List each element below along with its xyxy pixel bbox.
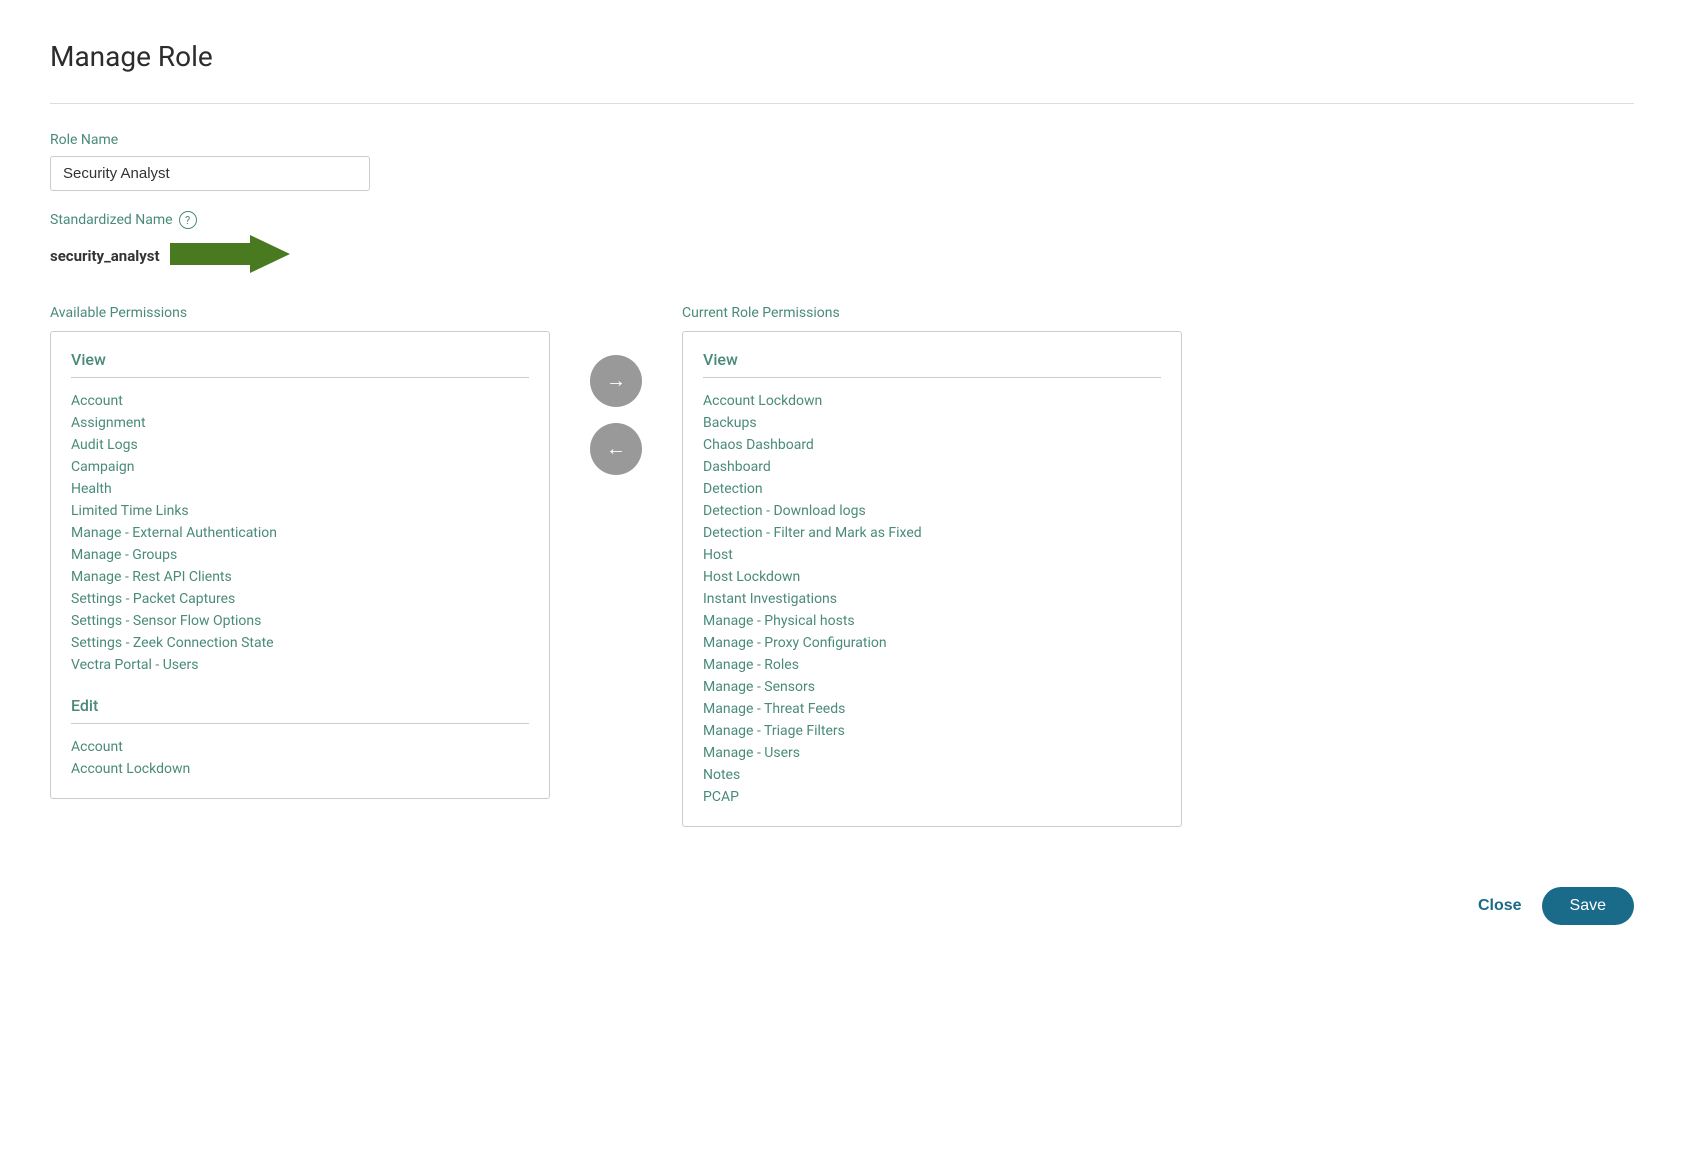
list-item[interactable]: Limited Time Links: [71, 500, 529, 522]
list-item[interactable]: Backups: [703, 412, 1161, 434]
available-permissions-column: Available Permissions View AccountAssign…: [50, 305, 550, 799]
list-item[interactable]: Manage - External Authentication: [71, 522, 529, 544]
list-item[interactable]: Manage - Roles: [703, 654, 1161, 676]
list-item[interactable]: Health: [71, 478, 529, 500]
list-item[interactable]: Assignment: [71, 412, 529, 434]
list-item[interactable]: Account: [71, 736, 529, 758]
transfer-left-button[interactable]: ←: [590, 423, 642, 475]
role-name-input[interactable]: [50, 156, 370, 191]
list-item[interactable]: PCAP: [703, 786, 1161, 808]
standardized-value: security_analyst: [50, 235, 1634, 277]
save-button[interactable]: Save: [1542, 887, 1634, 925]
available-edit-title: Edit: [71, 696, 529, 724]
list-item[interactable]: Manage - Sensors: [703, 676, 1161, 698]
list-item[interactable]: Detection: [703, 478, 1161, 500]
list-item[interactable]: Host: [703, 544, 1161, 566]
role-name-section: Role Name: [50, 132, 1634, 191]
transfer-right-button[interactable]: →: [590, 355, 642, 407]
list-item[interactable]: Manage - Physical hosts: [703, 610, 1161, 632]
list-item[interactable]: Host Lockdown: [703, 566, 1161, 588]
green-arrow-icon: [170, 235, 290, 277]
list-item[interactable]: Chaos Dashboard: [703, 434, 1161, 456]
list-item[interactable]: Dashboard: [703, 456, 1161, 478]
list-item[interactable]: Account Lockdown: [703, 390, 1161, 412]
left-arrow-icon: ←: [606, 438, 626, 461]
list-item[interactable]: Audit Logs: [71, 434, 529, 456]
close-button[interactable]: Close: [1478, 897, 1522, 915]
list-item[interactable]: Manage - Threat Feeds: [703, 698, 1161, 720]
available-permissions-box[interactable]: View AccountAssignmentAudit LogsCampaign…: [50, 331, 550, 799]
list-item[interactable]: Instant Investigations: [703, 588, 1161, 610]
standardized-section: Standardized Name ? security_analyst: [50, 211, 1634, 277]
available-edit-section: Edit AccountAccount Lockdown: [71, 696, 529, 780]
list-item[interactable]: Account Lockdown: [71, 758, 529, 780]
current-permissions-box[interactable]: View Account LockdownBackupsChaos Dashbo…: [682, 331, 1182, 827]
list-item[interactable]: Notes: [703, 764, 1161, 786]
list-item[interactable]: Campaign: [71, 456, 529, 478]
right-arrow-icon: →: [606, 370, 626, 393]
list-item[interactable]: Detection - Filter and Mark as Fixed: [703, 522, 1161, 544]
list-item[interactable]: Vectra Portal - Users: [71, 654, 529, 676]
list-item[interactable]: Manage - Triage Filters: [703, 720, 1161, 742]
page-title: Manage Role: [50, 40, 1634, 73]
list-item[interactable]: Manage - Proxy Configuration: [703, 632, 1161, 654]
list-item[interactable]: Detection - Download logs: [703, 500, 1161, 522]
list-item[interactable]: Manage - Rest API Clients: [71, 566, 529, 588]
footer: Close Save: [50, 867, 1634, 925]
top-divider: [50, 103, 1634, 104]
help-icon[interactable]: ?: [179, 211, 197, 229]
list-item[interactable]: Manage - Users: [703, 742, 1161, 764]
list-item[interactable]: Account: [71, 390, 529, 412]
available-view-items: AccountAssignmentAudit LogsCampaignHealt…: [71, 390, 529, 676]
current-permissions-label: Current Role Permissions: [682, 305, 1634, 321]
list-item[interactable]: Settings - Packet Captures: [71, 588, 529, 610]
transfer-buttons: → ←: [550, 355, 682, 475]
current-permissions-column: Current Role Permissions View Account Lo…: [682, 305, 1634, 827]
list-item[interactable]: Settings - Sensor Flow Options: [71, 610, 529, 632]
list-item[interactable]: Settings - Zeek Connection State: [71, 632, 529, 654]
available-edit-items: AccountAccount Lockdown: [71, 736, 529, 780]
role-name-label: Role Name: [50, 132, 1634, 148]
standardized-label: Standardized Name ?: [50, 211, 1634, 229]
available-permissions-label: Available Permissions: [50, 305, 550, 321]
current-view-items: Account LockdownBackupsChaos DashboardDa…: [703, 390, 1161, 808]
available-view-title: View: [71, 350, 529, 378]
list-item[interactable]: Manage - Groups: [71, 544, 529, 566]
permissions-columns: Available Permissions View AccountAssign…: [50, 305, 1634, 827]
current-view-title: View: [703, 350, 1161, 378]
